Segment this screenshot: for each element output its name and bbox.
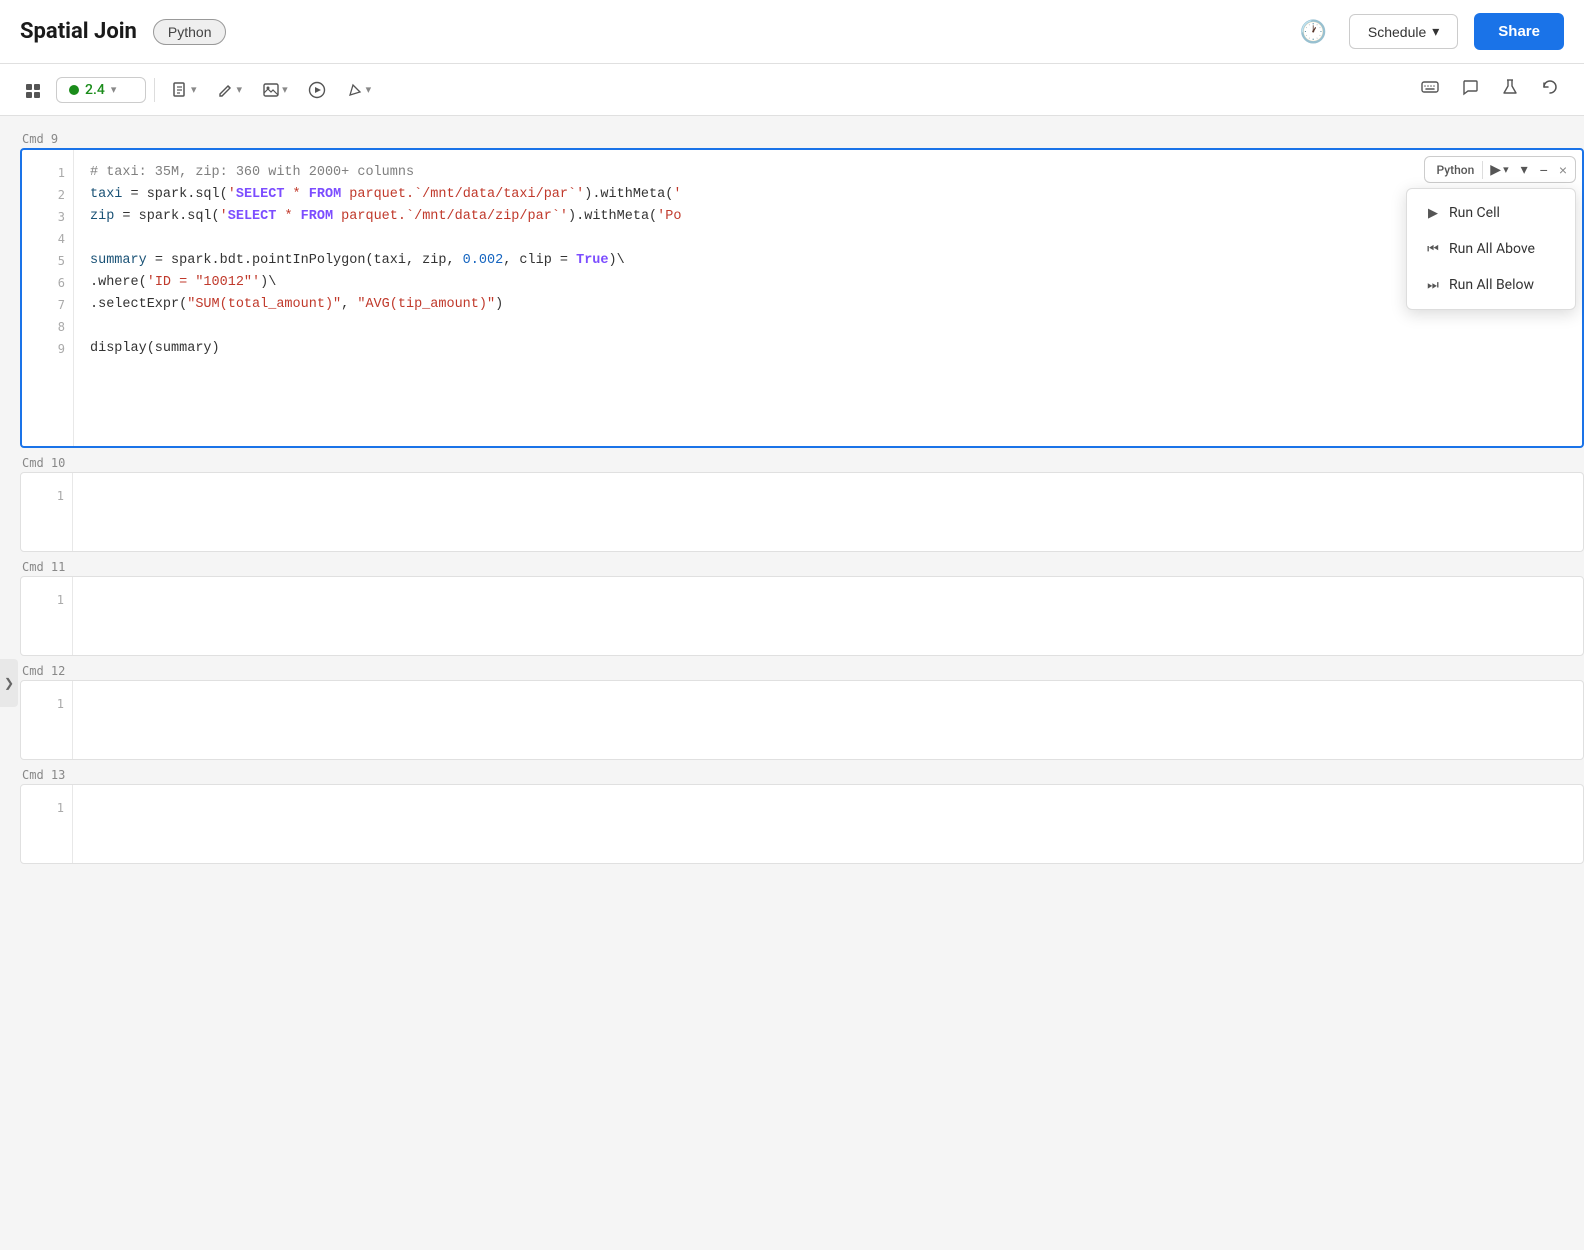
comment-icon — [1460, 77, 1480, 97]
cells-area: Cmd 9 1 2 3 4 5 6 7 8 9 # taxi: 35M, zip… — [0, 116, 1584, 1250]
navbar: Spatial Join Python 🕐 Schedule ▾ Share — [0, 0, 1584, 64]
cell-gutter-10: 1 — [21, 473, 73, 551]
cmd-label-11: Cmd 11 — [22, 556, 1584, 576]
cell-wrapper-10: Cmd 10 1 — [20, 452, 1584, 552]
cluster-icon-button[interactable] — [16, 74, 52, 106]
keyboard-button[interactable] — [1412, 71, 1448, 108]
schedule-chevron-icon: ▾ — [1432, 23, 1439, 40]
edit-icon — [217, 81, 235, 99]
keyboard-icon — [1420, 77, 1440, 97]
run-all-below-label: Run All Below — [1449, 277, 1534, 293]
pen-button[interactable]: ▾ — [338, 75, 380, 105]
collapse-button[interactable]: ▾ — [1516, 159, 1533, 180]
comment-button[interactable] — [1452, 71, 1488, 108]
toolbar-divider-1 — [154, 78, 155, 102]
pen-chevron-icon: ▾ — [366, 83, 372, 96]
run-button[interactable] — [300, 75, 334, 105]
cmd-label-9: Cmd 9 — [22, 128, 1584, 148]
flask-button[interactable] — [1492, 71, 1528, 108]
cluster-icon — [24, 80, 44, 100]
cell-wrapper-9: Cmd 9 1 2 3 4 5 6 7 8 9 # taxi: 35M, zip… — [20, 128, 1584, 448]
code-cell-13[interactable]: 1 — [20, 784, 1584, 864]
code-cell-11[interactable]: 1 — [20, 576, 1584, 656]
image-button[interactable]: ▾ — [254, 75, 296, 105]
cell-code-9[interactable]: # taxi: 35M, zip: 360 with 2000+ columns… — [74, 150, 1582, 446]
toolbar-right — [1412, 71, 1568, 108]
run-cell-menu-icon: ▶ — [1425, 206, 1441, 221]
cluster-version: 2.4 — [85, 82, 105, 98]
cell-wrapper-12: Cmd 12 1 — [20, 660, 1584, 760]
schedule-label: Schedule — [1368, 24, 1426, 40]
cell-gutter-12: 1 — [21, 681, 73, 759]
cmd-label-12: Cmd 12 — [22, 660, 1584, 680]
cell-body-10[interactable] — [73, 473, 1583, 551]
run-cell-menu-label: Run Cell — [1449, 205, 1500, 221]
undo-button[interactable] — [1532, 71, 1568, 108]
flask-icon — [1500, 77, 1520, 97]
run-cell-button[interactable]: ▶ ▾ — [1485, 159, 1513, 180]
sidebar-toggle-icon: ❯ — [4, 676, 14, 690]
cell-gutter-13: 1 — [21, 785, 73, 863]
edit-button[interactable]: ▾ — [209, 75, 251, 105]
cell-body-11[interactable] — [73, 577, 1583, 655]
cmd-label-10: Cmd 10 — [22, 452, 1584, 472]
undo-icon — [1540, 77, 1560, 97]
collapse-icon: ▾ — [1521, 161, 1528, 178]
notebook-title: Spatial Join — [20, 19, 137, 44]
run-all-above-icon: ⏮ — [1425, 242, 1441, 257]
cell-wrapper-13: Cmd 13 1 — [20, 764, 1584, 864]
run-cell-icon: ▶ — [1490, 161, 1501, 178]
run-dropdown-menu: ▶ Run Cell ⏮ Run All Above ⏭ Run All Bel… — [1406, 188, 1576, 310]
run-all-above-label: Run All Above — [1449, 241, 1535, 257]
cell-gutter-11: 1 — [21, 577, 73, 655]
share-button[interactable]: Share — [1474, 13, 1564, 50]
status-dot — [69, 85, 79, 95]
run-all-below-icon: ⏭ — [1425, 278, 1441, 293]
minimize-button[interactable]: − — [1535, 160, 1553, 180]
run-all-above-menu-item[interactable]: ⏮ Run All Above — [1407, 231, 1575, 267]
document-chevron-icon: ▾ — [191, 83, 197, 96]
pen-icon — [346, 81, 364, 99]
run-dropdown-chevron-icon: ▾ — [1503, 163, 1509, 176]
cmd-label-13: Cmd 13 — [22, 764, 1584, 784]
image-chevron-icon: ▾ — [282, 83, 288, 96]
cell-wrapper-11: Cmd 11 1 — [20, 556, 1584, 656]
code-cell-12[interactable]: 1 — [20, 680, 1584, 760]
document-icon — [171, 81, 189, 99]
cluster-status[interactable]: 2.4 ▾ — [56, 77, 146, 103]
close-icon: × — [1559, 162, 1567, 178]
run-all-below-menu-item[interactable]: ⏭ Run All Below — [1407, 267, 1575, 303]
cell-lang-label: Python — [1429, 161, 1484, 179]
document-button[interactable]: ▾ — [163, 75, 205, 105]
code-cell-10[interactable]: 1 — [20, 472, 1584, 552]
cell-gutter-9: 1 2 3 4 5 6 7 8 9 — [22, 150, 74, 446]
run-cell-menu-item[interactable]: ▶ Run Cell — [1407, 195, 1575, 231]
code-cell-9[interactable]: 1 2 3 4 5 6 7 8 9 # taxi: 35M, zip: 360 … — [20, 148, 1584, 448]
sidebar-toggle-button[interactable]: ❯ — [0, 659, 18, 707]
language-badge[interactable]: Python — [153, 19, 227, 45]
close-cell-button[interactable]: × — [1555, 160, 1571, 180]
minimize-icon: − — [1540, 162, 1548, 178]
cluster-chevron-icon: ▾ — [111, 83, 117, 96]
main-content: ❯ Cmd 9 1 2 3 4 5 6 7 8 9 # taxi: 35M, z… — [0, 116, 1584, 1250]
image-icon — [262, 81, 280, 99]
history-button[interactable]: 🕐 — [1293, 13, 1332, 51]
edit-chevron-icon: ▾ — [237, 83, 243, 96]
cell-toolbar-9: Python ▶ ▾ ▾ − × — [1424, 156, 1577, 183]
toolbar: 2.4 ▾ ▾ ▾ ▾ ▾ — [0, 64, 1584, 116]
schedule-button[interactable]: Schedule ▾ — [1349, 14, 1458, 49]
run-icon — [308, 81, 326, 99]
cell-body-13[interactable] — [73, 785, 1583, 863]
cell-body-12[interactable] — [73, 681, 1583, 759]
history-icon: 🕐 — [1299, 19, 1326, 44]
